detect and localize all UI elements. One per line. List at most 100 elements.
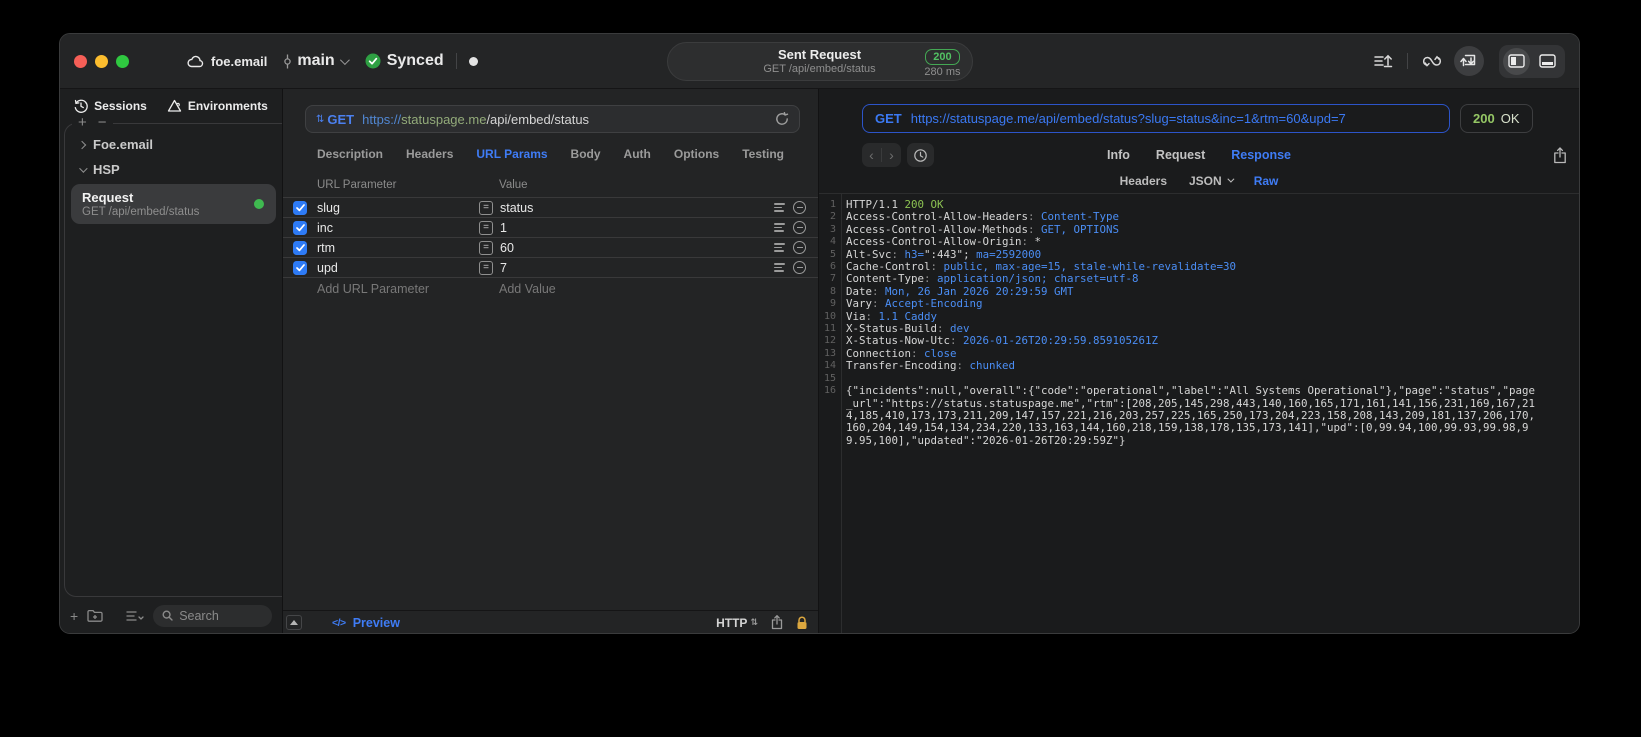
tab-sessions[interactable]: Sessions: [74, 99, 147, 113]
line-number: 2: [829, 211, 836, 223]
sync-loop-button[interactable]: [1419, 48, 1445, 74]
tree-item-foe-email[interactable]: Foe.email: [65, 132, 282, 157]
close-window-button[interactable]: [74, 54, 87, 68]
drag-handle-icon[interactable]: [774, 243, 785, 252]
request-footer-bar: </> Preview HTTP ⇅: [283, 610, 818, 633]
lock-icon[interactable]: [796, 616, 808, 630]
line-content: {"incidents":null,"overall":{"code":"ope…: [846, 384, 1536, 447]
preview-button[interactable]: </> Preview: [332, 616, 400, 630]
param-value[interactable]: 7: [500, 261, 507, 275]
protocol-selector[interactable]: HTTP ⇅: [716, 616, 758, 630]
equals-badge-icon: =: [479, 220, 493, 235]
drag-handle-icon[interactable]: [774, 203, 785, 212]
add-item-button[interactable]: +: [78, 115, 87, 131]
sync-status[interactable]: Synced: [365, 52, 444, 70]
params-header-row: URL Parameter Value: [283, 173, 818, 197]
tree-item-hsp[interactable]: HSP: [65, 157, 282, 182]
param-checkbox[interactable]: [293, 240, 307, 255]
request-list-item-selected[interactable]: Request GET /api/embed/status: [71, 184, 276, 224]
response-view-tabs: Headers JSON Raw: [819, 168, 1579, 194]
branch-selector[interactable]: main: [283, 52, 350, 70]
synced-check-icon: [365, 53, 381, 69]
tab-testing[interactable]: Testing: [742, 147, 784, 161]
param-name[interactable]: upd: [317, 261, 479, 275]
history-clock-icon: [74, 99, 88, 113]
add-value-placeholder[interactable]: Add Value: [479, 282, 762, 296]
tab-description[interactable]: Description: [317, 147, 383, 161]
param-checkbox[interactable]: [293, 220, 307, 235]
subtab-raw[interactable]: Raw: [1254, 174, 1279, 188]
param-value[interactable]: status: [500, 201, 533, 215]
param-value[interactable]: 60: [500, 241, 514, 255]
tab-url-params[interactable]: URL Params: [476, 147, 547, 161]
list-view-icon[interactable]: [126, 610, 144, 622]
remove-param-icon[interactable]: [793, 221, 806, 234]
remove-param-icon[interactable]: [793, 241, 806, 254]
project-menu[interactable]: foe.email: [187, 54, 267, 69]
sent-url-box[interactable]: GET https://statuspage.me/api/embed/stat…: [862, 104, 1450, 133]
response-raw-view[interactable]: 1 HTTP/1.1 200 OK 2 Access-Control-Allow-He…: [819, 194, 1579, 633]
chevron-down-icon: [1227, 175, 1235, 183]
toggle-left-panel-button[interactable]: [1503, 47, 1530, 75]
tab-response[interactable]: Response: [1231, 148, 1291, 162]
tab-auth[interactable]: Auth: [624, 147, 651, 161]
tab-info[interactable]: Info: [1107, 148, 1130, 162]
export-lines-button[interactable]: [1370, 48, 1396, 74]
param-value[interactable]: 1: [500, 221, 507, 235]
import-response-button[interactable]: [1454, 46, 1484, 76]
subtab-headers[interactable]: Headers: [1120, 174, 1167, 188]
line-number: 16: [823, 385, 836, 397]
new-request-button[interactable]: +: [70, 608, 78, 624]
share-icon[interactable]: [771, 615, 783, 630]
param-checkbox[interactable]: [293, 200, 307, 215]
layout-toggle-group: [1499, 44, 1565, 78]
drag-handle-icon[interactable]: [774, 263, 785, 272]
new-folder-icon[interactable]: [87, 609, 103, 622]
sent-request-summary[interactable]: Sent Request GET /api/embed/status 200 2…: [666, 42, 973, 81]
protocol-label: HTTP: [716, 615, 748, 630]
chevron-down-icon: [339, 54, 350, 65]
tab-options[interactable]: Options: [674, 147, 719, 161]
minimize-window-button[interactable]: [95, 54, 108, 68]
export-response-icon[interactable]: [1553, 146, 1567, 164]
titlebar-divider: [455, 53, 457, 69]
request-method[interactable]: GET: [327, 112, 354, 127]
url-params-table: URL Parameter Value slug = status inc = 1: [283, 173, 818, 633]
app-window: foe.email main Synced Sent Request GET /…: [59, 33, 1580, 634]
subtab-json[interactable]: JSON: [1189, 174, 1235, 188]
desktop: foe.email main Synced Sent Request GET /…: [0, 0, 1641, 737]
param-checkbox[interactable]: [293, 260, 307, 275]
param-row-upd: upd = 7: [283, 257, 818, 277]
nav-back-button[interactable]: ‹: [862, 143, 881, 167]
send-refresh-icon[interactable]: [775, 112, 789, 126]
tab-environments[interactable]: Environments: [167, 99, 268, 113]
param-name[interactable]: rtm: [317, 241, 479, 255]
history-nav: ‹ ›: [862, 143, 901, 167]
history-button[interactable]: [907, 143, 934, 167]
zoom-window-button[interactable]: [116, 54, 129, 68]
line-number: 8: [829, 285, 836, 297]
tab-body[interactable]: Body: [571, 147, 601, 161]
nav-forward-button[interactable]: ›: [882, 143, 901, 167]
tab-headers[interactable]: Headers: [406, 147, 453, 161]
request-item-title: Request: [82, 190, 134, 205]
branch-name: main: [297, 52, 335, 69]
method-selector-icon[interactable]: ⇅: [316, 114, 324, 125]
request-panel: ⇅ GET https://statuspage.me/api/embed/st…: [283, 89, 819, 633]
request-url-bar[interactable]: ⇅ GET https://statuspage.me/api/embed/st…: [305, 105, 800, 133]
expand-panel-button[interactable]: [286, 615, 302, 630]
toggle-bottom-panel-button[interactable]: [1533, 48, 1561, 74]
line-number: 12: [823, 335, 836, 347]
sidebar-search[interactable]: Search: [153, 604, 272, 627]
param-name[interactable]: inc: [317, 221, 479, 235]
remove-param-icon[interactable]: [793, 201, 806, 214]
sync-label: Synced: [386, 52, 444, 69]
response-request-line: GET https://statuspage.me/api/embed/stat…: [862, 104, 1579, 133]
tab-request[interactable]: Request: [1156, 148, 1205, 162]
remove-param-icon[interactable]: [793, 261, 806, 274]
param-name[interactable]: slug: [317, 201, 479, 215]
drag-handle-icon[interactable]: [774, 223, 785, 232]
remove-item-button[interactable]: −: [98, 115, 107, 131]
line-number: 10: [823, 310, 836, 322]
add-param-placeholder[interactable]: Add URL Parameter: [317, 282, 479, 296]
